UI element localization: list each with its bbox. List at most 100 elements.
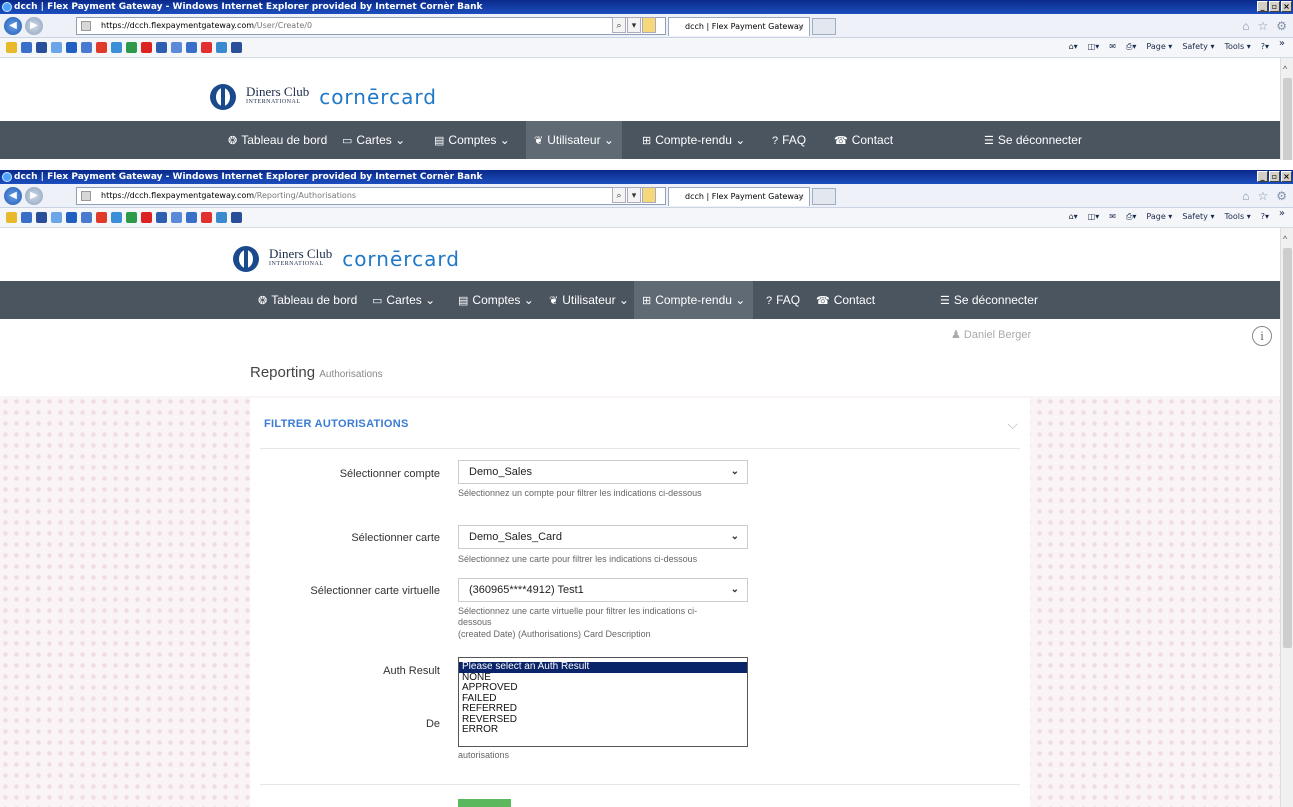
maximize-button[interactable]: ▫ — [1269, 1, 1280, 12]
fav-link-icon[interactable] — [126, 42, 137, 53]
close-button[interactable]: × — [1281, 171, 1292, 182]
safety-menu[interactable]: Safety ▾ — [1182, 42, 1214, 52]
padlock-icon[interactable] — [642, 17, 656, 33]
card-select[interactable]: Demo_Sales_Card ⌄ — [458, 525, 748, 549]
nav-cards[interactable]: ▭ Cartes ⌄ — [334, 121, 413, 159]
browser-tab[interactable]: dcch | Flex Payment Gateway × — [668, 187, 810, 206]
fav-link-icon[interactable] — [201, 42, 212, 53]
nav-accounts[interactable]: ▤ Comptes ⌄ — [426, 121, 518, 159]
new-tab-button[interactable] — [812, 188, 836, 205]
fav-link-icon[interactable] — [96, 42, 107, 53]
fav-link-icon[interactable] — [171, 212, 182, 223]
favorites-star-icon[interactable]: ☆ — [1257, 19, 1268, 33]
forward-icon[interactable]: ▶ — [25, 187, 43, 205]
tools-menu[interactable]: Tools ▾ — [1224, 42, 1250, 52]
nav-user[interactable]: ❦ Utilisateur ⌄ — [541, 281, 637, 319]
nav-report[interactable]: ⊞ Compte-rendu ⌄ — [634, 121, 753, 159]
fav-link-icon[interactable] — [171, 42, 182, 53]
fav-link-icon[interactable] — [66, 212, 77, 223]
fav-link-icon[interactable] — [201, 212, 212, 223]
fav-link-icon[interactable] — [21, 212, 32, 223]
nav-report[interactable]: ⊞ Compte-rendu ⌄ — [634, 281, 754, 319]
auth-result-option[interactable]: ERROR — [459, 724, 747, 736]
scroll-thumb[interactable] — [1283, 248, 1292, 648]
nav-logout[interactable]: ☰ Se déconnecter — [932, 281, 1046, 319]
nav-user[interactable]: ❦ Utilisateur ⌄ — [526, 121, 622, 159]
fav-link-icon[interactable] — [66, 42, 77, 53]
fav-link-icon[interactable] — [51, 42, 62, 53]
fav-link-icon[interactable] — [36, 212, 47, 223]
fav-link-icon[interactable] — [156, 212, 167, 223]
info-icon[interactable]: i — [1252, 326, 1272, 346]
vertical-scrollbar[interactable]: ^ — [1280, 58, 1293, 160]
search-icon[interactable]: ⌕ — [612, 187, 626, 203]
fav-link-icon[interactable] — [21, 42, 32, 53]
padlock-icon[interactable] — [642, 187, 656, 203]
fav-link-icon[interactable] — [96, 212, 107, 223]
print-icon[interactable]: ⎙▾ — [1126, 212, 1136, 222]
maximize-button[interactable]: ▫ — [1269, 171, 1280, 182]
fav-link-icon[interactable] — [231, 42, 242, 53]
home-icon[interactable]: ⌂▾ — [1069, 212, 1078, 222]
favorites-star-icon[interactable]: ☆ — [1257, 189, 1268, 203]
fav-link-icon[interactable] — [186, 212, 197, 223]
nav-contact[interactable]: ☎ Contact — [826, 121, 901, 159]
favorites-star-icon[interactable] — [6, 212, 17, 223]
forward-icon[interactable]: ▶ — [25, 17, 43, 35]
filter-submit-button[interactable] — [458, 799, 511, 807]
fav-link-icon[interactable] — [216, 212, 227, 223]
fav-link-icon[interactable] — [186, 42, 197, 53]
fav-link-icon[interactable] — [36, 42, 47, 53]
minimize-button[interactable]: _ — [1257, 1, 1268, 12]
home-icon[interactable]: ⌂ — [1242, 189, 1249, 203]
back-icon[interactable]: ◀ — [4, 17, 22, 35]
fav-link-icon[interactable] — [111, 212, 122, 223]
browser-tab[interactable]: dcch | Flex Payment Gateway × — [668, 17, 810, 36]
back-icon[interactable]: ◀ — [4, 187, 22, 205]
favorites-star-icon[interactable] — [6, 42, 17, 53]
fav-link-icon[interactable] — [216, 42, 227, 53]
help-icon[interactable]: ?▾ — [1261, 42, 1269, 52]
scroll-up-icon[interactable]: ^ — [1283, 234, 1287, 244]
dropdown-icon[interactable]: ▾ — [627, 187, 641, 203]
close-button[interactable]: × — [1281, 1, 1292, 12]
fav-link-icon[interactable] — [126, 212, 137, 223]
auth-result-listbox[interactable]: Please select an Auth Result NONE APPROVED… — [458, 657, 748, 747]
fav-link-icon[interactable] — [141, 42, 152, 53]
nav-logout[interactable]: ☰ Se déconnecter — [976, 121, 1090, 159]
minimize-button[interactable]: _ — [1257, 171, 1268, 182]
safety-menu[interactable]: Safety ▾ — [1182, 212, 1214, 222]
nav-faq[interactable]: ? FAQ — [764, 121, 814, 159]
account-select[interactable]: Demo_Sales ⌄ — [458, 460, 748, 484]
page-menu[interactable]: Page ▾ — [1146, 42, 1172, 52]
auth-result-option[interactable]: Please select an Auth Result — [459, 661, 747, 673]
search-icon[interactable]: ⌕ — [612, 17, 626, 33]
vertical-scrollbar[interactable]: ^ — [1280, 228, 1293, 807]
chevron-right-icon[interactable]: » — [1279, 38, 1285, 49]
close-tab-icon[interactable]: × — [797, 18, 804, 36]
nav-faq[interactable]: ? FAQ — [758, 281, 808, 319]
scroll-thumb[interactable] — [1283, 78, 1292, 160]
scroll-up-icon[interactable]: ^ — [1283, 64, 1287, 74]
nav-accounts[interactable]: ▤ Comptes ⌄ — [450, 281, 542, 319]
home-icon[interactable]: ⌂▾ — [1069, 42, 1078, 52]
tools-menu[interactable]: Tools ▾ — [1224, 212, 1250, 222]
nav-dashboard[interactable]: ❂ Tableau de bord — [250, 281, 365, 319]
dropdown-icon[interactable]: ▾ — [627, 17, 641, 33]
fav-link-icon[interactable] — [81, 42, 92, 53]
nav-cards[interactable]: ▭ Cartes ⌄ — [364, 281, 443, 319]
fav-link-icon[interactable] — [156, 42, 167, 53]
gear-icon[interactable]: ⚙ — [1276, 19, 1287, 33]
feeds-icon[interactable]: ◫▾ — [1088, 42, 1100, 52]
mail-icon[interactable]: ✉ — [1109, 42, 1116, 52]
close-tab-icon[interactable]: × — [797, 188, 804, 206]
feeds-icon[interactable]: ◫▾ — [1088, 212, 1100, 222]
vcard-select[interactable]: (360965****4912) Test1 ⌄ — [458, 578, 748, 602]
fav-link-icon[interactable] — [51, 212, 62, 223]
help-icon[interactable]: ?▾ — [1261, 212, 1269, 222]
fav-link-icon[interactable] — [81, 212, 92, 223]
print-icon[interactable]: ⎙▾ — [1126, 42, 1136, 52]
chevron-down-icon[interactable]: ⌵ — [1007, 416, 1018, 433]
address-bar[interactable]: https://dcch.flexpaymentgateway.com/Repo… — [76, 187, 666, 205]
new-tab-button[interactable] — [812, 18, 836, 35]
